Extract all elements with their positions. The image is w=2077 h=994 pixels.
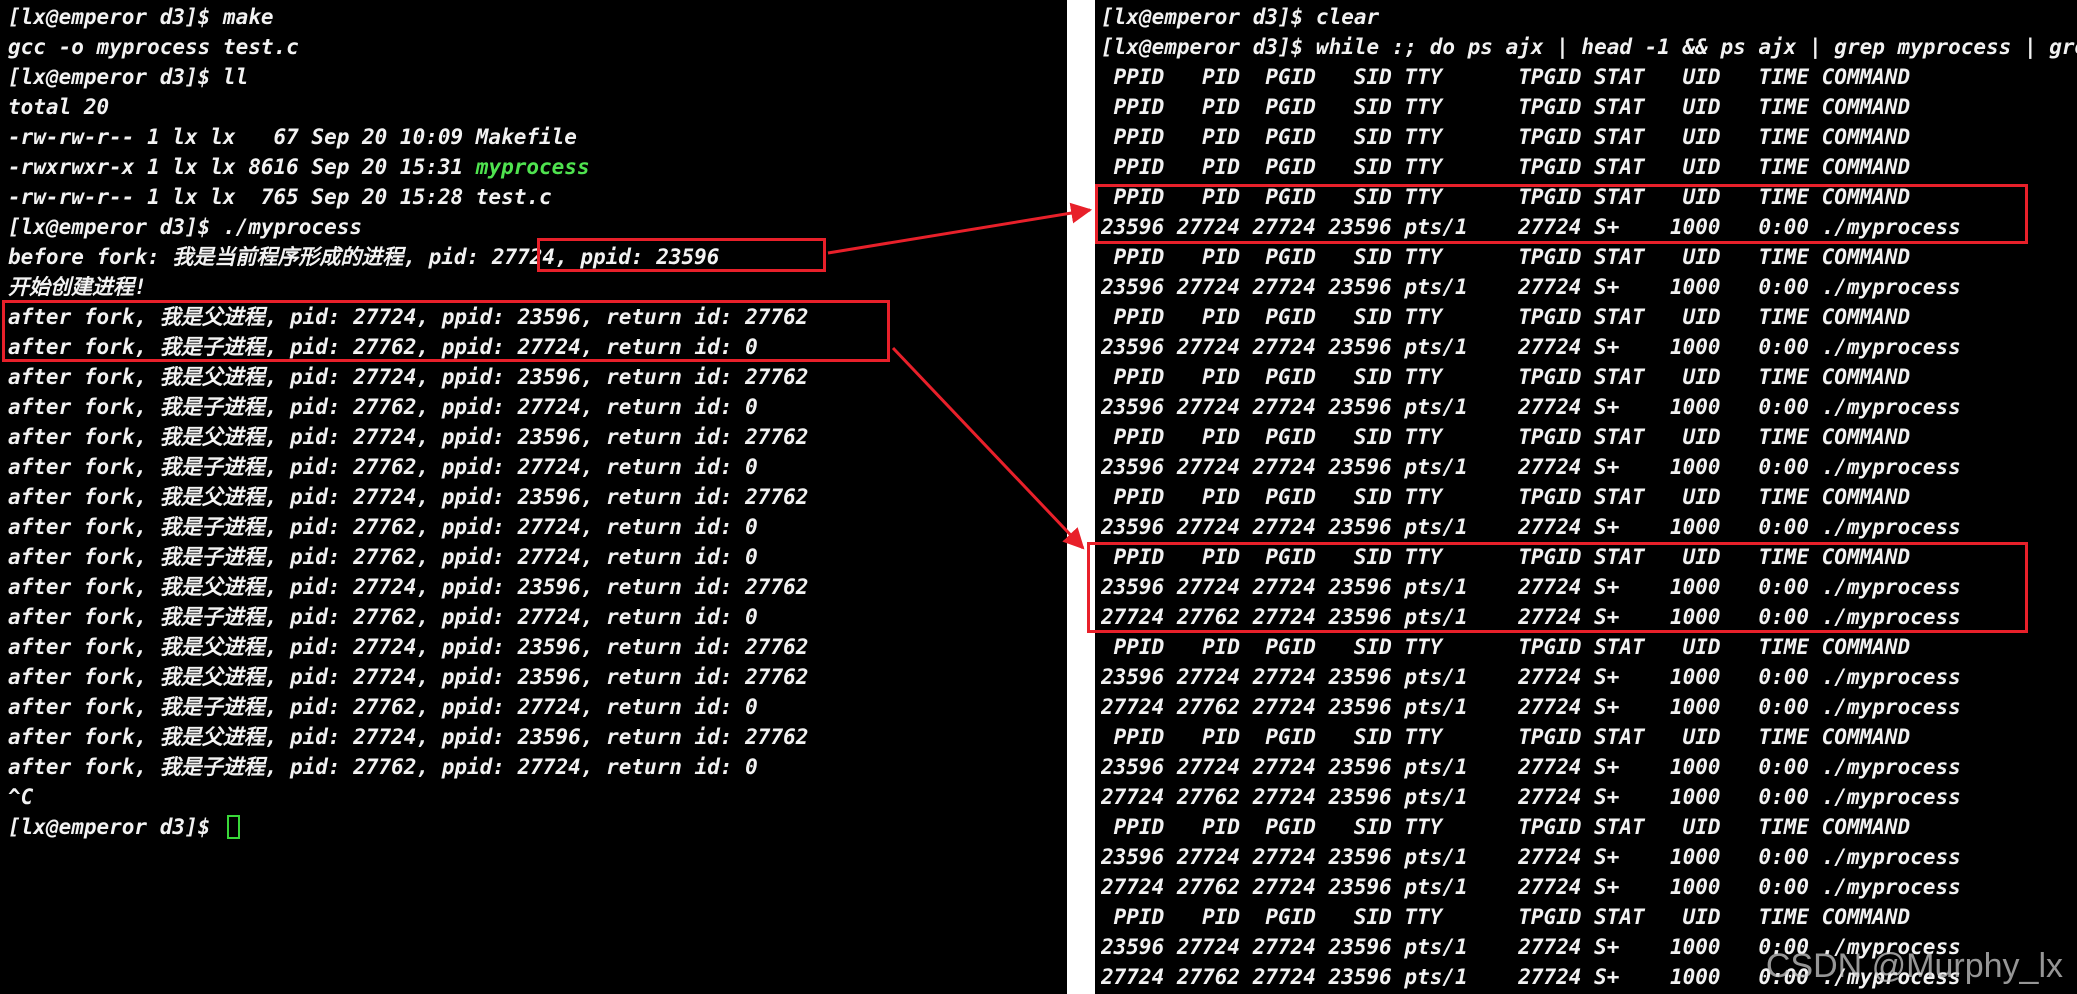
terminal-line: 23596 27724 27724 23596 pts/1 27724 S+ 1… xyxy=(1101,215,1961,239)
terminal-line: 23596 27724 27724 23596 pts/1 27724 S+ 1… xyxy=(1101,455,1961,479)
terminal-line: PPID PID PGID SID TTY TPGID STAT UID TIM… xyxy=(1101,65,1911,89)
terminal-line: 23596 27724 27724 23596 pts/1 27724 S+ 1… xyxy=(1101,515,1961,539)
terminal-line: PPID PID PGID SID TTY TPGID STAT UID TIM… xyxy=(1101,125,1911,149)
terminal-line: 开始创建进程! xyxy=(8,272,1067,302)
terminal-text: after fork, 我是子进程, pid: 27762, ppid: 277… xyxy=(8,605,758,629)
terminal-line: gcc -o myprocess test.c xyxy=(8,32,1067,62)
terminal-text: after fork, 我是子进程, pid: 27762, ppid: 277… xyxy=(8,515,758,539)
terminal-line: -rwxrwxr-x 1 lx lx 8616 Sep 20 15:31 myp… xyxy=(8,152,1067,182)
terminal-line: before fork: 我是当前程序形成的进程, pid: 27724, pp… xyxy=(8,242,1067,272)
terminal-line: after fork, 我是子进程, pid: 27762, ppid: 277… xyxy=(8,392,1067,422)
terminal-text: -rw-rw-r-- 1 lx lx 67 Sep 20 10:09 Makef… xyxy=(8,125,577,149)
terminal-line: after fork, 我是父进程, pid: 27724, ppid: 235… xyxy=(8,482,1067,512)
terminal-text: total 20 xyxy=(8,95,110,119)
terminal-line: [lx@emperor d3]$ while :; do ps ajx | he… xyxy=(1101,35,2077,59)
terminal-line: PPID PID PGID SID TTY TPGID STAT UID TIM… xyxy=(1101,95,1911,119)
terminal-text: after fork, 我是父进程, pid: 27724, ppid: 235… xyxy=(8,485,809,509)
terminal-line: after fork, 我是父进程, pid: 27724, ppid: 235… xyxy=(8,722,1067,752)
terminal-line: after fork, 我是子进程, pid: 27762, ppid: 277… xyxy=(8,692,1067,722)
terminal-line: [lx@emperor d3]$ xyxy=(8,812,1067,842)
csdn-watermark: CSDN @Murphy_lx xyxy=(1765,947,2063,985)
terminal-line: 27724 27762 27724 23596 pts/1 27724 S+ 1… xyxy=(1101,785,1961,809)
terminal-line: [lx@emperor d3]$ make xyxy=(8,2,1067,32)
terminal-text: after fork, 我是父进程, pid: 27724, ppid: 235… xyxy=(8,725,809,749)
left-terminal-window[interactable]: [lx@emperor d3]$ make gcc -o myprocess te… xyxy=(0,0,1067,994)
terminal-line: after fork, 我是子进程, pid: 27762, ppid: 277… xyxy=(8,512,1067,542)
terminal-text: after fork, 我是子进程, pid: 27762, ppid: 277… xyxy=(8,545,758,569)
terminal-line: -rw-rw-r-- 1 lx lx 67 Sep 20 10:09 Makef… xyxy=(8,122,1067,152)
terminal-line: PPID PID PGID SID TTY TPGID STAT UID TIM… xyxy=(1101,905,1911,929)
terminal-line: -rw-rw-r-- 1 lx lx 765 Sep 20 15:28 test… xyxy=(8,182,1067,212)
terminal-line: PPID PID PGID SID TTY TPGID STAT UID TIM… xyxy=(1101,185,1911,209)
terminal-text: before fork: 我是当前程序形成的进程, pid: 27724, pp… xyxy=(8,245,720,269)
terminal-line: [lx@emperor d3]$ clear xyxy=(1101,5,1380,29)
terminal-line: [lx@emperor d3]$ ll xyxy=(8,62,1067,92)
right-terminal-window[interactable]: [lx@emperor d3]$ clear [lx@emperor d3]$ w… xyxy=(1095,0,2077,994)
terminal-line: PPID PID PGID SID TTY TPGID STAT UID TIM… xyxy=(1101,635,1911,659)
terminal-line: 23596 27724 27724 23596 pts/1 27724 S+ 1… xyxy=(1101,665,1961,689)
terminal-text: after fork, 我是父进程, pid: 27724, ppid: 235… xyxy=(8,635,809,659)
terminal-line: 23596 27724 27724 23596 pts/1 27724 S+ 1… xyxy=(1101,335,1961,359)
terminal-line: after fork, 我是父进程, pid: 27724, ppid: 235… xyxy=(8,632,1067,662)
terminal-line: PPID PID PGID SID TTY TPGID STAT UID TIM… xyxy=(1101,365,1911,389)
terminal-text: ^C xyxy=(8,785,34,809)
terminal-line: after fork, 我是子进程, pid: 27762, ppid: 277… xyxy=(8,602,1067,632)
terminal-cursor[interactable] xyxy=(226,815,240,839)
terminal-line: after fork, 我是子进程, pid: 27762, ppid: 277… xyxy=(8,752,1067,782)
terminal-line: PPID PID PGID SID TTY TPGID STAT UID TIM… xyxy=(1101,485,1911,509)
terminal-line: 27724 27762 27724 23596 pts/1 27724 S+ 1… xyxy=(1101,605,1961,629)
terminal-line: PPID PID PGID SID TTY TPGID STAT UID TIM… xyxy=(1101,155,1911,179)
terminal-line: PPID PID PGID SID TTY TPGID STAT UID TIM… xyxy=(1101,245,1911,269)
terminal-line: after fork, 我是子进程, pid: 27762, ppid: 277… xyxy=(8,452,1067,482)
terminal-text: after fork, 我是子进程, pid: 27762, ppid: 277… xyxy=(8,335,758,359)
terminal-line: PPID PID PGID SID TTY TPGID STAT UID TIM… xyxy=(1101,305,1911,329)
terminal-text: [lx@emperor d3]$ ./myprocess xyxy=(8,215,363,239)
terminal-line: ^C xyxy=(8,782,1067,812)
terminal-text: after fork, 我是父进程, pid: 27724, ppid: 235… xyxy=(8,665,809,689)
terminal-line: after fork, 我是子进程, pid: 27762, ppid: 277… xyxy=(8,542,1067,572)
terminal-text: after fork, 我是父进程, pid: 27724, ppid: 235… xyxy=(8,305,809,329)
terminal-line: after fork, 我是父进程, pid: 27724, ppid: 235… xyxy=(8,302,1067,332)
terminal-line: 23596 27724 27724 23596 pts/1 27724 S+ 1… xyxy=(1101,755,1961,779)
executable-filename: myprocess xyxy=(475,155,590,179)
terminal-line: after fork, 我是父进程, pid: 27724, ppid: 235… xyxy=(8,662,1067,692)
terminal-text: after fork, 我是父进程, pid: 27724, ppid: 235… xyxy=(8,365,809,389)
terminal-text: after fork, 我是子进程, pid: 27762, ppid: 277… xyxy=(8,695,758,719)
terminal-text: gcc -o myprocess test.c xyxy=(8,35,299,59)
terminal-line: PPID PID PGID SID TTY TPGID STAT UID TIM… xyxy=(1101,815,1911,839)
terminal-line: after fork, 我是子进程, pid: 27762, ppid: 277… xyxy=(8,332,1067,362)
terminal-text: [lx@emperor d3]$ ll xyxy=(8,65,249,89)
terminal-line: [lx@emperor d3]$ ./myprocess xyxy=(8,212,1067,242)
terminal-line: PPID PID PGID SID TTY TPGID STAT UID TIM… xyxy=(1101,425,1911,449)
terminal-line: 23596 27724 27724 23596 pts/1 27724 S+ 1… xyxy=(1101,275,1961,299)
terminal-text: -rw-rw-r-- 1 lx lx 765 Sep 20 15:28 test… xyxy=(8,185,552,209)
terminal-line: after fork, 我是父进程, pid: 27724, ppid: 235… xyxy=(8,572,1067,602)
terminal-line: after fork, 我是父进程, pid: 27724, ppid: 235… xyxy=(8,422,1067,452)
terminal-text: [lx@emperor d3]$ make xyxy=(8,5,274,29)
terminal-line: 27724 27762 27724 23596 pts/1 27724 S+ 1… xyxy=(1101,875,1961,899)
terminal-line: total 20 xyxy=(8,92,1067,122)
terminal-line: after fork, 我是父进程, pid: 27724, ppid: 235… xyxy=(8,362,1067,392)
terminal-text: [lx@emperor d3]$ xyxy=(8,815,223,839)
terminal-text: after fork, 我是子进程, pid: 27762, ppid: 277… xyxy=(8,455,758,479)
terminal-line: PPID PID PGID SID TTY TPGID STAT UID TIM… xyxy=(1101,725,1911,749)
terminal-text: after fork, 我是子进程, pid: 27762, ppid: 277… xyxy=(8,395,758,419)
terminal-text: after fork, 我是子进程, pid: 27762, ppid: 277… xyxy=(8,755,758,779)
terminal-line: PPID PID PGID SID TTY TPGID STAT UID TIM… xyxy=(1101,545,1911,569)
terminal-line: 23596 27724 27724 23596 pts/1 27724 S+ 1… xyxy=(1101,575,1961,599)
terminal-text: 开始创建进程! xyxy=(8,275,147,299)
terminal-text: after fork, 我是父进程, pid: 27724, ppid: 235… xyxy=(8,575,809,599)
terminal-line: 23596 27724 27724 23596 pts/1 27724 S+ 1… xyxy=(1101,845,1961,869)
terminal-text: -rwxrwxr-x 1 lx lx 8616 Sep 20 15:31 xyxy=(8,155,476,179)
terminal-line: 27724 27762 27724 23596 pts/1 27724 S+ 1… xyxy=(1101,695,1961,719)
terminal-text: after fork, 我是父进程, pid: 27724, ppid: 235… xyxy=(8,425,809,449)
terminal-line: 23596 27724 27724 23596 pts/1 27724 S+ 1… xyxy=(1101,395,1961,419)
